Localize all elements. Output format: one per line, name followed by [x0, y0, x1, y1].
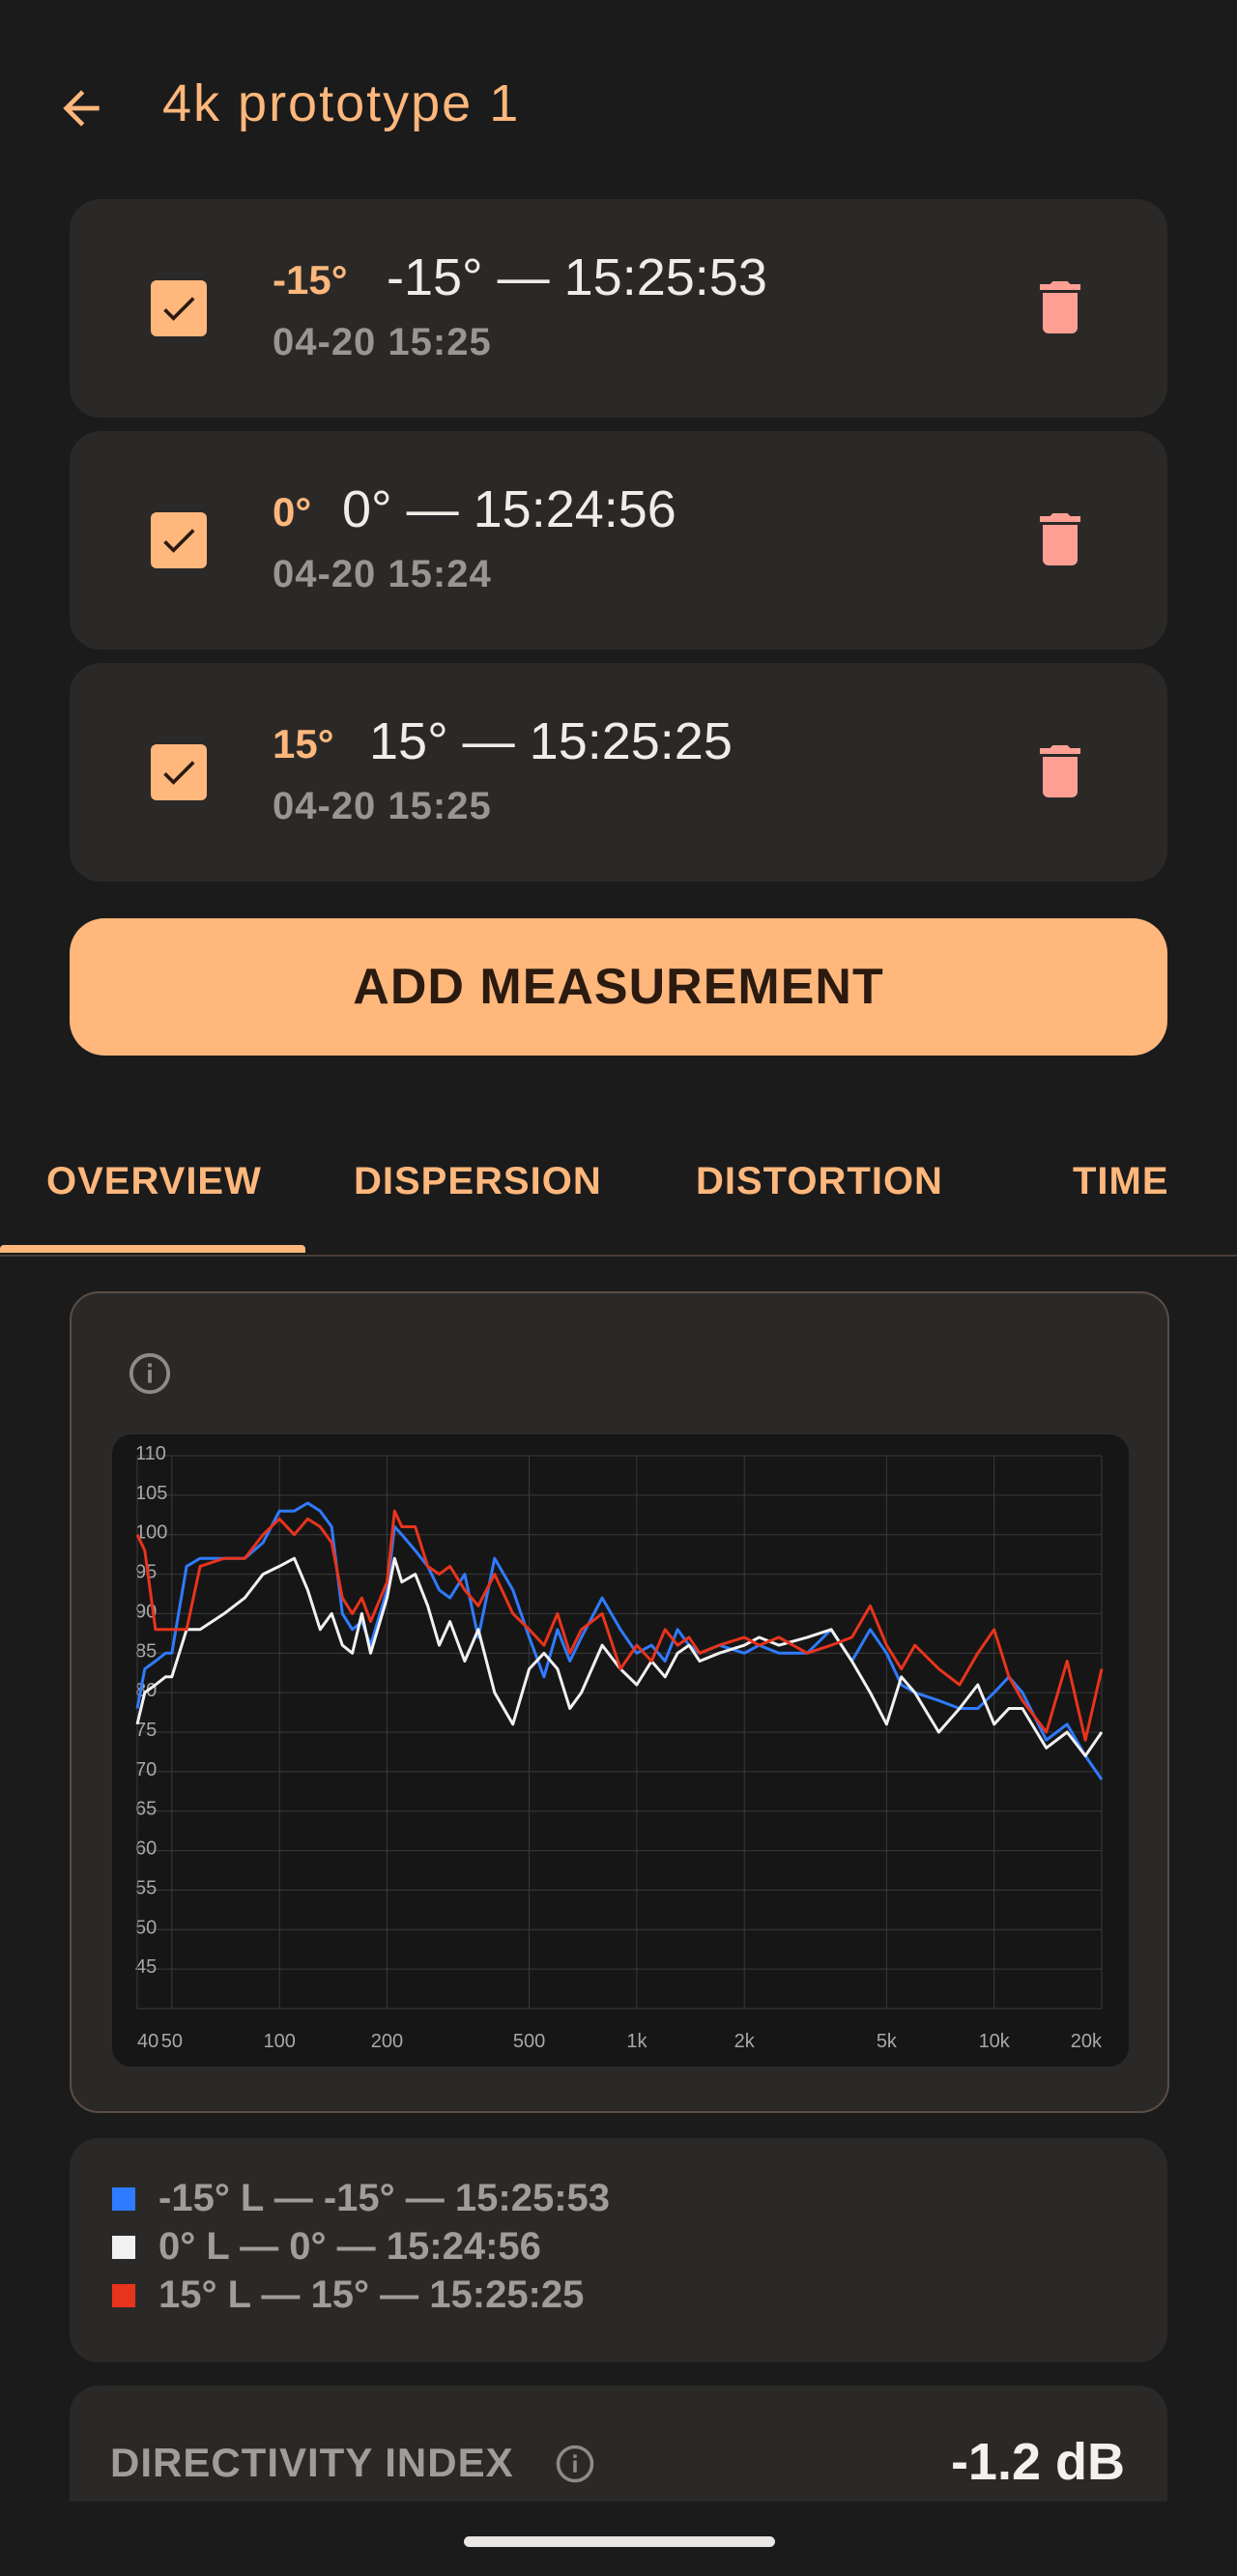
y-tick-label: 110 — [135, 1443, 166, 1464]
gesture-navigation-bar[interactable] — [464, 2536, 775, 2547]
measurement-checkbox[interactable] — [151, 512, 207, 568]
delete-icon[interactable] — [1040, 744, 1080, 798]
series-line — [135, 1556, 1104, 1757]
series-line — [135, 1501, 1104, 1780]
x-tick-label: 10k — [979, 2031, 1011, 2052]
x-tick-label: 20k — [1071, 2031, 1103, 2052]
legend-item: 0° L — 0° — 15:24:56 — [112, 2225, 541, 2269]
arrow-back-icon — [63, 90, 100, 127]
measurement-date: 04-20 15:25 — [273, 321, 492, 363]
legend-swatch — [112, 2235, 135, 2259]
measurement-date: 04-20 15:25 — [273, 785, 492, 827]
x-tick-label: 1k — [626, 2031, 647, 2052]
x-tick-label: 2k — [734, 2031, 756, 2052]
measurement-title: 15° — 15:25:25 — [369, 712, 733, 770]
tab-overview[interactable]: OVERVIEW — [46, 1160, 262, 1203]
directivity-value: -1.2 dB — [950, 2433, 1125, 2491]
delete-icon[interactable] — [1040, 280, 1080, 334]
y-tick-label: 55 — [135, 1877, 157, 1898]
y-tick-label: 60 — [135, 1838, 157, 1860]
back-button[interactable] — [50, 77, 112, 139]
tab-time[interactable]: TIME — [1073, 1160, 1169, 1203]
check-icon — [163, 297, 195, 321]
measurement-date: 04-20 15:24 — [273, 553, 492, 595]
add-measurement-button[interactable]: ADD MEASUREMENT — [70, 918, 1167, 1056]
measurement-angle: 0° — [273, 489, 312, 535]
x-tick-label: 5k — [877, 2031, 898, 2052]
legend-swatch — [112, 2283, 135, 2307]
directivity-index-card: DIRECTIVITY INDEX -1.2 dB — [70, 2386, 1167, 2502]
measurement-card[interactable]: 15° 15° — 15:25:25 04-20 15:25 — [70, 663, 1167, 882]
y-tick-label: 45 — [135, 1956, 157, 1978]
measurement-angle: -15° — [273, 257, 348, 303]
x-tick-label: 200 — [371, 2031, 403, 2052]
legend-item: 15° L — 15° — 15:25:25 — [112, 2273, 584, 2317]
measurement-title: -15° — 15:25:53 — [387, 248, 767, 306]
frequency-response-card: 110 105 100 95 90 85 80 75 70 65 60 55 50 45 40 50 100 20… — [70, 1291, 1169, 2113]
tab-indicator — [0, 1245, 305, 1253]
measurement-angle: 15° — [273, 721, 334, 767]
legend-swatch — [112, 2186, 135, 2211]
y-tick-label: 65 — [135, 1799, 157, 1820]
y-tick-label: 70 — [135, 1759, 157, 1780]
app-bar: 4k prototype 1 — [0, 0, 1237, 193]
y-tick-label: 50 — [135, 1917, 157, 1938]
legend-label: 15° L — 15° — 15:25:25 — [158, 2273, 585, 2316]
directivity-label: DIRECTIVITY INDEX — [110, 2440, 514, 2485]
check-icon — [163, 761, 195, 785]
measurement-card[interactable]: -15° -15° — 15:25:53 04-20 15:25 — [70, 199, 1167, 418]
legend-card: -15° L — -15° — 15:25:53 0° L — 0° — 15:… — [70, 2138, 1167, 2362]
page-title: 4k prototype 1 — [162, 74, 521, 132]
x-tick-label: 500 — [513, 2031, 545, 2052]
legend-item: -15° L — -15° — 15:25:53 — [112, 2177, 610, 2220]
check-icon — [163, 529, 195, 553]
legend-label: 0° L — 0° — 15:24:56 — [158, 2225, 541, 2268]
info-icon[interactable] — [128, 1351, 172, 1396]
x-tick-label: 40 — [137, 2031, 158, 2052]
tab-distortion[interactable]: DISTORTION — [696, 1160, 943, 1203]
tab-bar: OVERVIEW DISPERSION DISTORTION TIME — [0, 1121, 1237, 1257]
measurement-checkbox[interactable] — [151, 744, 207, 800]
frequency-response-chart[interactable]: 110105100959085807570656055504540 50 100 20… — [112, 1434, 1129, 2067]
x-tick-label: 50 — [161, 2031, 183, 2052]
tab-dispersion[interactable]: DISPERSION — [354, 1160, 602, 1203]
delete-icon[interactable] — [1040, 512, 1080, 566]
y-tick-label: 105 — [135, 1483, 167, 1504]
measurement-title: 0° — 15:24:56 — [342, 480, 676, 538]
info-icon[interactable] — [555, 2444, 595, 2484]
x-tick-label: 100 — [263, 2031, 295, 2052]
measurement-checkbox[interactable] — [151, 280, 207, 336]
legend-label: -15° L — -15° — 15:25:53 — [158, 2177, 611, 2219]
y-tick-label: 85 — [135, 1640, 157, 1662]
measurement-card[interactable]: 0° 0° — 15:24:56 04-20 15:24 — [70, 431, 1167, 650]
